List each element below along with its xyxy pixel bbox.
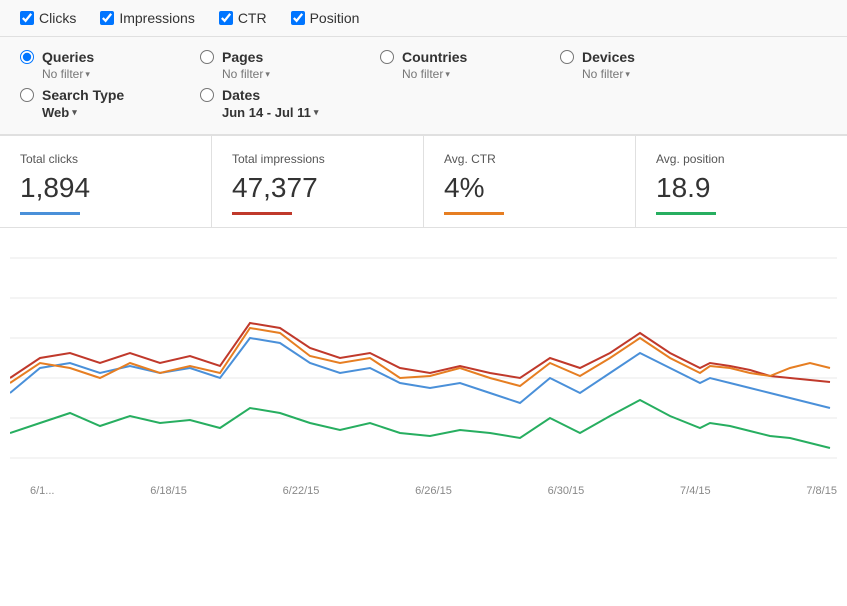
countries-radio-label[interactable]: Countries	[380, 49, 560, 65]
devices-filter-value: No filter	[582, 67, 623, 81]
avg-position-value: 18.9	[656, 172, 827, 204]
search-type-radio-label[interactable]: Search Type	[20, 87, 200, 103]
pages-filter-value: No filter	[222, 67, 263, 81]
countries-radio[interactable]	[380, 50, 394, 64]
ctr-checkbox[interactable]: CTR	[219, 10, 267, 26]
checkbox-bar: Clicks Impressions CTR Position	[0, 0, 847, 37]
dates-radio[interactable]	[200, 88, 214, 102]
dates-arrow: ▾	[314, 107, 319, 118]
devices-radio-label[interactable]: Devices	[560, 49, 740, 65]
avg-ctr-line	[444, 212, 504, 215]
countries-filter-dropdown[interactable]: No filter ▾	[402, 67, 560, 81]
filter-devices: Devices No filter ▾	[560, 49, 740, 81]
filter-row-2: Search Type Web ▾ Dates Jun 14 - Jul 11 …	[20, 87, 827, 120]
devices-filter-dropdown[interactable]: No filter ▾	[582, 67, 740, 81]
avg-ctr-label: Avg. CTR	[444, 152, 615, 166]
queries-radio[interactable]	[20, 50, 34, 64]
queries-filter-value: No filter	[42, 67, 83, 81]
impressions-label: Impressions	[119, 10, 194, 26]
pages-radio[interactable]	[200, 50, 214, 64]
total-impressions-line	[232, 212, 292, 215]
x-label-4: 6/26/15	[415, 485, 452, 497]
position-line	[10, 400, 830, 448]
x-label-6: 7/4/15	[680, 485, 711, 497]
impressions-line	[10, 323, 830, 382]
devices-label: Devices	[582, 49, 635, 65]
x-label-2: 6/18/15	[150, 485, 187, 497]
line-chart	[10, 238, 837, 478]
x-label-3: 6/22/15	[283, 485, 320, 497]
total-clicks-value: 1,894	[20, 172, 191, 204]
filter-countries: Countries No filter ▾	[380, 49, 560, 81]
queries-filter-arrow: ▾	[85, 69, 90, 80]
queries-label: Queries	[42, 49, 94, 65]
filter-row-1: Queries No filter ▾ Pages No filter ▾ Co…	[20, 49, 827, 81]
stats-section: Total clicks 1,894 Total impressions 47,…	[0, 136, 847, 228]
ctr-label: CTR	[238, 10, 267, 26]
clicks-checkbox[interactable]: Clicks	[20, 10, 76, 26]
chart-section	[0, 228, 847, 481]
x-label-5: 6/30/15	[548, 485, 585, 497]
x-label-1: 6/1...	[30, 485, 54, 497]
clicks-label: Clicks	[39, 10, 76, 26]
search-type-arrow: ▾	[72, 107, 77, 118]
pages-filter-arrow: ▾	[265, 69, 270, 80]
stat-avg-position: Avg. position 18.9	[636, 136, 847, 227]
countries-filter-value: No filter	[402, 67, 443, 81]
ctr-line	[10, 328, 830, 386]
clicks-line	[10, 338, 830, 408]
chart-x-labels: 6/1... 6/18/15 6/22/15 6/26/15 6/30/15 7…	[0, 481, 847, 505]
devices-filter-arrow: ▾	[625, 69, 630, 80]
countries-label: Countries	[402, 49, 467, 65]
avg-position-label: Avg. position	[656, 152, 827, 166]
filter-pages: Pages No filter ▾	[200, 49, 380, 81]
search-type-radio[interactable]	[20, 88, 34, 102]
filter-dates: Dates Jun 14 - Jul 11 ▾	[200, 87, 400, 120]
total-clicks-line	[20, 212, 80, 215]
filter-queries: Queries No filter ▾	[20, 49, 200, 81]
total-impressions-value: 47,377	[232, 172, 403, 204]
filter-section: Queries No filter ▾ Pages No filter ▾ Co…	[0, 37, 847, 136]
devices-radio[interactable]	[560, 50, 574, 64]
avg-ctr-value: 4%	[444, 172, 615, 204]
queries-radio-label[interactable]: Queries	[20, 49, 200, 65]
total-clicks-label: Total clicks	[20, 152, 191, 166]
total-impressions-label: Total impressions	[232, 152, 403, 166]
dates-radio-label[interactable]: Dates	[200, 87, 400, 103]
stat-avg-ctr: Avg. CTR 4%	[424, 136, 636, 227]
dates-value-dropdown[interactable]: Jun 14 - Jul 11 ▾	[222, 105, 400, 120]
dates-value: Jun 14 - Jul 11	[222, 105, 311, 120]
stat-total-clicks: Total clicks 1,894	[0, 136, 212, 227]
filter-search-type: Search Type Web ▾	[20, 87, 200, 120]
stat-total-impressions: Total impressions 47,377	[212, 136, 424, 227]
avg-position-line	[656, 212, 716, 215]
impressions-checkbox[interactable]: Impressions	[100, 10, 194, 26]
countries-filter-arrow: ▾	[445, 69, 450, 80]
search-type-value-dropdown[interactable]: Web ▾	[42, 105, 200, 120]
search-type-label: Search Type	[42, 87, 124, 103]
pages-radio-label[interactable]: Pages	[200, 49, 380, 65]
dates-label: Dates	[222, 87, 260, 103]
pages-label: Pages	[222, 49, 263, 65]
queries-filter-dropdown[interactable]: No filter ▾	[42, 67, 200, 81]
x-label-7: 7/8/15	[806, 485, 837, 497]
position-checkbox[interactable]: Position	[291, 10, 360, 26]
search-type-value: Web	[42, 105, 69, 120]
position-label: Position	[310, 10, 360, 26]
pages-filter-dropdown[interactable]: No filter ▾	[222, 67, 380, 81]
